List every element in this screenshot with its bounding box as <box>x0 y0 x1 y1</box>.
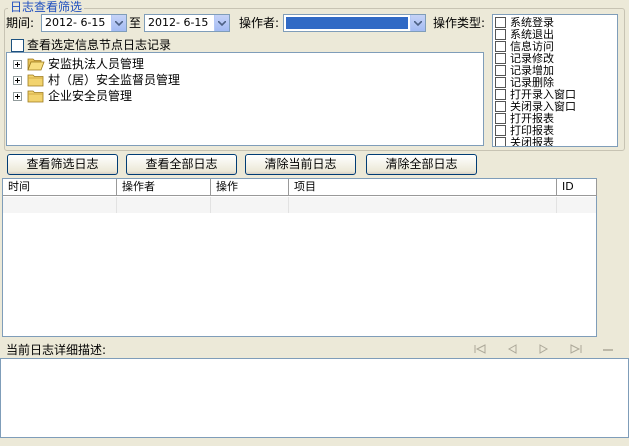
delete-record-icon[interactable] <box>600 342 616 356</box>
optype-item[interactable]: 记录增加 <box>495 64 554 76</box>
optype-item[interactable]: 系统退出 <box>495 28 554 40</box>
optype-label: 记录删除 <box>510 75 554 89</box>
detail-label: 当前日志详细描述: <box>6 343 107 357</box>
table-cell <box>117 197 211 213</box>
col-header-operation[interactable]: 操作 <box>211 179 289 196</box>
prev-record-icon[interactable] <box>504 342 520 356</box>
optype-label: 关闭报表 <box>510 135 554 147</box>
node-log-checkbox-row[interactable]: 查看选定信息节点日志记录 <box>11 37 171 53</box>
optype-label: 打开报表 <box>510 111 554 125</box>
info-node-tree[interactable]: 安监执法人员管理 村（居）安全监督员管理 企业安全员管理 <box>6 52 484 146</box>
optype-checklist[interactable]: 系统登录 系统退出 信息访问 记录修改 记录增加 记录删除 打开录入窗口 关闭录… <box>492 14 618 147</box>
table-cell <box>211 197 289 213</box>
tree-item[interactable]: 企业安全员管理 <box>13 88 132 104</box>
optype-label: 关闭录入窗口 <box>510 99 576 113</box>
date-to-picker[interactable]: 2012- 6-15 <box>144 14 230 32</box>
optype-checkbox[interactable] <box>495 100 506 112</box>
optype-item[interactable]: 记录删除 <box>495 76 554 88</box>
operator-value <box>286 17 408 29</box>
next-record-icon[interactable] <box>536 342 552 356</box>
optype-checkbox[interactable] <box>495 28 506 40</box>
chevron-down-icon[interactable] <box>214 15 229 31</box>
col-header-time[interactable]: 时间 <box>3 179 117 196</box>
folder-icon <box>27 90 44 103</box>
optype-item[interactable]: 打开报表 <box>495 112 554 124</box>
operator-label: 操作者: <box>239 16 280 30</box>
optype-item[interactable]: 关闭录入窗口 <box>495 100 576 112</box>
node-log-checkbox[interactable] <box>11 38 24 52</box>
log-grid[interactable]: 时间 操作者 操作 项目 ID <box>2 178 597 337</box>
optype-checkbox[interactable] <box>495 64 506 76</box>
optype-item[interactable]: 打印报表 <box>495 124 554 136</box>
tree-item[interactable]: 安监执法人员管理 <box>13 56 144 72</box>
col-header-item[interactable]: 项目 <box>289 179 557 196</box>
optype-item[interactable]: 打开录入窗口 <box>495 88 576 100</box>
optype-label: 记录修改 <box>510 51 554 65</box>
table-row[interactable] <box>3 197 596 213</box>
optype-item[interactable]: 记录修改 <box>495 52 554 64</box>
clear-current-log-button[interactable]: 清除当前日志 <box>245 154 356 175</box>
optype-checkbox[interactable] <box>495 76 506 88</box>
optype-label: 系统登录 <box>510 15 554 29</box>
optype-checkbox[interactable] <box>495 136 506 146</box>
optype-label: 信息访问 <box>510 39 554 53</box>
optype-label: 记录增加 <box>510 63 554 77</box>
detail-textarea[interactable] <box>0 358 629 438</box>
tree-item-label: 村（居）安全监督员管理 <box>48 73 181 87</box>
date-from-value: 2012- 6-15 <box>45 16 106 29</box>
optype-label: 打开录入窗口 <box>510 87 576 101</box>
optype-label: 系统退出 <box>510 27 554 41</box>
optype-checkbox[interactable] <box>495 16 506 28</box>
optype-checkbox[interactable] <box>495 52 506 64</box>
optype-label: 操作类型: <box>433 16 486 30</box>
filter-group-title: 日志查看筛选 <box>8 0 85 14</box>
optype-checkbox[interactable] <box>495 112 506 124</box>
tree-item-label: 企业安全员管理 <box>48 89 133 103</box>
clear-all-log-button[interactable]: 清除全部日志 <box>366 154 477 175</box>
date-from-picker[interactable]: 2012- 6-15 <box>41 14 127 32</box>
chevron-down-icon[interactable] <box>111 15 126 31</box>
col-header-id[interactable]: ID <box>557 179 597 196</box>
table-cell <box>289 197 557 213</box>
optype-item[interactable]: 关闭报表 <box>495 135 554 147</box>
tree-item[interactable]: 村（居）安全监督员管理 <box>13 72 180 88</box>
to-label: 至 <box>129 16 142 30</box>
last-record-icon[interactable] <box>568 342 584 356</box>
date-to-value: 2012- 6-15 <box>148 16 209 29</box>
optype-label: 打印报表 <box>510 123 554 137</box>
period-label: 期间: <box>6 16 35 30</box>
expand-icon[interactable] <box>13 91 22 101</box>
chevron-down-icon[interactable] <box>410 15 425 31</box>
folder-open-icon <box>27 58 45 71</box>
optype-checkbox[interactable] <box>495 88 506 100</box>
operator-select[interactable] <box>283 14 426 32</box>
tree-item-label: 安监执法人员管理 <box>48 57 145 71</box>
folder-icon <box>27 74 44 87</box>
optype-checkbox[interactable] <box>495 40 506 52</box>
optype-item[interactable]: 信息访问 <box>495 40 554 52</box>
grid-header: 时间 操作者 操作 项目 ID <box>3 179 597 196</box>
expand-icon[interactable] <box>13 75 22 85</box>
expand-icon[interactable] <box>13 59 22 69</box>
optype-item[interactable]: 系统登录 <box>495 16 554 28</box>
view-filtered-log-button[interactable]: 查看筛选日志 <box>7 154 118 175</box>
first-record-icon[interactable] <box>472 342 488 356</box>
table-cell <box>3 197 117 213</box>
view-all-log-button[interactable]: 查看全部日志 <box>126 154 237 175</box>
node-log-checkbox-label: 查看选定信息节点日志记录 <box>27 38 172 52</box>
optype-checkbox[interactable] <box>495 124 506 136</box>
col-header-operator[interactable]: 操作者 <box>117 179 211 196</box>
